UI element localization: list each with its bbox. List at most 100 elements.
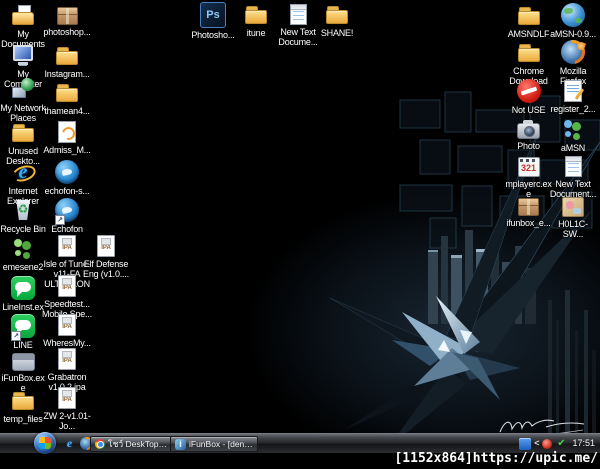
desktop-icon-photoshop-folder[interactable]: photoshop... — [42, 3, 92, 37]
recycle-bin-icon — [11, 198, 35, 222]
icon-label: Recycle Bin — [0, 224, 46, 234]
emesene-people-icon — [11, 236, 35, 260]
desktop-icon-thamean4[interactable]: thamean4... — [42, 80, 92, 116]
line-app-icon — [11, 276, 35, 300]
desktop-icon-wheresmy[interactable]: WheresMy... — [42, 313, 92, 348]
desktop-icon-temp-files[interactable]: temp_files — [0, 388, 46, 424]
notepad-icon — [564, 156, 582, 177]
desktop-icon-my-network-places[interactable]: My Network Places — [0, 77, 46, 123]
icon-label: Photo — [517, 141, 540, 151]
language-indicator-icon[interactable] — [519, 437, 532, 450]
icon-label: Echofon — [51, 224, 83, 234]
folder-icon — [517, 3, 541, 27]
desktop-icon-shane[interactable]: SHANE! — [315, 2, 359, 38]
desktop-icon-recycle-bin[interactable]: Recycle Bin — [0, 198, 46, 234]
ipa-file-icon — [58, 275, 76, 297]
icon-label: emesene2 — [2, 262, 44, 272]
desktop-screen: My Documents My Computer My Network Plac… — [0, 0, 600, 469]
firefox-icon — [561, 40, 585, 64]
desktop-icon-ifunbox-exe[interactable]: iFunBox.exe — [0, 349, 46, 393]
desktop-icon-ifunbox-e[interactable]: ifunbox_e... — [505, 194, 552, 228]
icon-label: Admiss_M... — [43, 145, 91, 155]
desktop-icon-instagram[interactable]: Instagram... — [42, 43, 92, 79]
folder-document-icon — [11, 3, 35, 27]
echofon-bird-icon — [55, 160, 79, 184]
watermark: [1152x864] https://upic.me/ — [394, 449, 598, 469]
globe-sphere-icon — [561, 3, 585, 27]
folder-icon — [244, 2, 268, 26]
messenger-status-icon[interactable] — [542, 438, 553, 449]
shortcut-arrow-icon: ↗ — [11, 331, 21, 341]
desktop-icon-amsn-09[interactable]: aMSN-0.9... — [548, 3, 598, 39]
desktop-icon-admiss-m[interactable]: Admiss_M... — [42, 120, 92, 155]
icon-label: SHANE! — [320, 28, 354, 38]
icon-label: Elf Defense Eng (v1.0.... — [83, 259, 129, 280]
desktop-icon-echofon-s[interactable]: echofon-s... — [42, 160, 92, 196]
icon-label: aMSN — [560, 143, 586, 153]
desktop-icon-photo[interactable]: Photo — [505, 117, 552, 151]
icon-label: H0L1C-SW... — [558, 219, 588, 240]
ifunbox-icon — [175, 438, 186, 450]
icon-label: temp_files — [3, 414, 43, 424]
chrome-icon — [95, 439, 105, 449]
icon-label: ifunbox_e... — [506, 218, 551, 228]
internet-explorer-quicklaunch-icon[interactable] — [63, 437, 76, 450]
taskbar-task-ifunbox-window[interactable]: iFunBox - [denwit'... — [170, 436, 258, 452]
task-label: โชว์ DeskTop กันอะ... — [108, 439, 169, 449]
msn-people-icon — [561, 117, 585, 141]
desktop-icon-not-use[interactable]: Not USE — [505, 79, 552, 115]
folder-icon — [55, 43, 79, 67]
icon-label: thamean4... — [44, 106, 90, 116]
icon-label: New Text Docume... — [278, 27, 318, 48]
icon-label: Photosho... — [191, 30, 235, 40]
computer-icon — [11, 43, 35, 67]
desktop-icon-itune[interactable]: itune — [234, 2, 278, 38]
ipa-file-icon — [58, 348, 76, 370]
photoshop-ps-icon — [200, 2, 226, 28]
desktop-icon-h0l1c-sw[interactable]: H0L1C-SW... — [548, 194, 598, 239]
package-box-icon — [56, 7, 78, 25]
desktop-icon-new-text-document[interactable]: New Text Document... — [548, 154, 598, 199]
icon-label: Not USE — [511, 105, 546, 115]
desktop-icon-amsndlf[interactable]: AMSNDLF — [505, 3, 552, 39]
ipa-file-icon — [58, 235, 76, 257]
icon-label: itune — [246, 28, 266, 38]
desktop-icon-mplayerc[interactable]: mplayerc.exe — [505, 154, 552, 199]
folder-icon — [11, 388, 35, 412]
icon-label: echofon-s... — [44, 186, 90, 196]
gray-drive-icon — [11, 353, 35, 371]
package-box-icon — [518, 198, 539, 216]
icon-label: Instagram... — [44, 69, 90, 79]
register-document-icon — [564, 80, 582, 102]
icon-label: register_2... — [550, 104, 596, 114]
desktop-icon-echofon[interactable]: ↗ Echofon — [42, 198, 92, 234]
desktop-icon-elf-defense[interactable]: Elf Defense Eng (v1.0.... — [80, 234, 132, 279]
desktop-icon-emesene2[interactable]: emesene2 — [0, 236, 46, 272]
image-thumbnail-icon — [562, 197, 584, 217]
ipa-file-icon — [58, 314, 76, 336]
update-ok-check-icon[interactable] — [555, 438, 567, 450]
task-label: iFunBox - [denwit'... — [189, 439, 253, 449]
desktop-icon-register-2[interactable]: register_2... — [548, 79, 598, 114]
desktop-icon-amsn[interactable]: aMSN — [548, 117, 598, 153]
internet-explorer-icon — [11, 160, 35, 184]
watermark-site: https://upic.me/ — [472, 451, 598, 466]
icon-label: AMSNDLF — [507, 29, 550, 39]
taskbar-task-chrome-window[interactable]: โชว์ DeskTop กันอะ... — [90, 436, 174, 452]
icon-label: photoshop... — [43, 27, 91, 37]
document-swirl-icon — [58, 121, 76, 143]
camera-icon — [517, 120, 540, 139]
ipa-file-icon — [97, 235, 115, 257]
folder-icon — [325, 2, 349, 26]
desktop-icon-photoshop-app[interactable]: Photosho... — [191, 2, 235, 40]
start-button[interactable] — [34, 432, 56, 454]
ipa-file-icon — [58, 387, 76, 409]
desktop-icon-new-text-docume[interactable]: New Text Docume... — [276, 2, 320, 47]
watermark-resolution: [1152x864] — [394, 451, 473, 466]
folder-icon — [517, 40, 541, 64]
desktop-icon-line[interactable]: ↗ LINE — [0, 314, 46, 350]
media-player-classic-icon — [517, 157, 540, 177]
folder-icon — [55, 80, 79, 104]
network-places-icon — [11, 77, 35, 101]
desktop-icon-zw[interactable]: ZW 2-v1.01-Jo... — [42, 386, 92, 431]
